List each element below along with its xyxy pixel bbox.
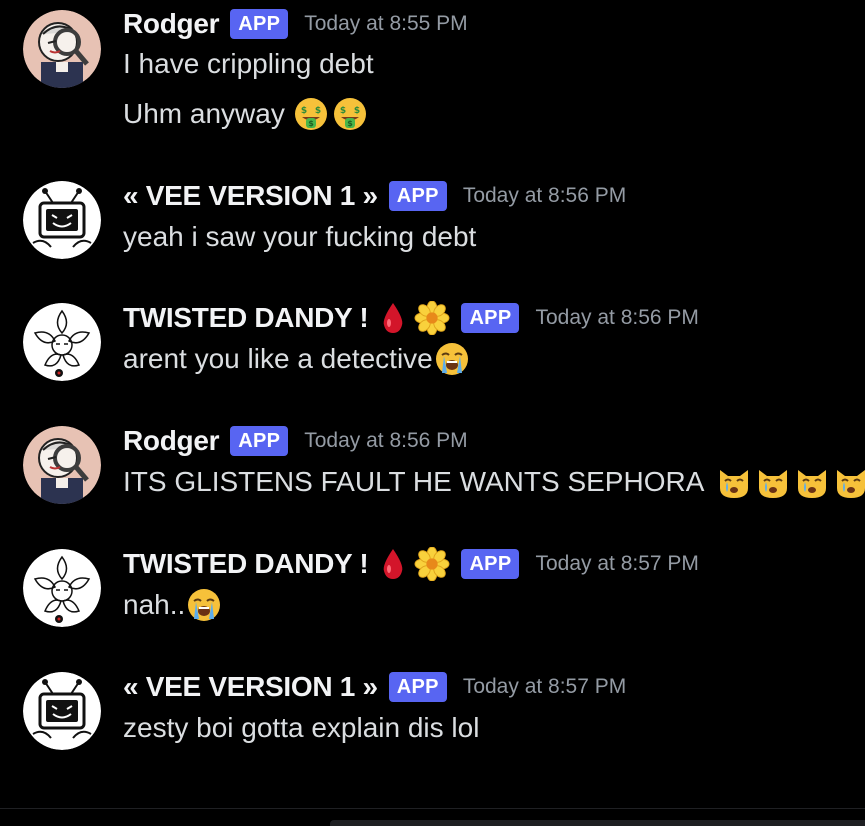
blossom-emoji (414, 547, 450, 581)
tv-head-avatar[interactable] (23, 672, 101, 750)
timestamp[interactable]: Today at 8:57 PM (535, 552, 698, 576)
message-header: « VEE VERSION 1 » APP Today at 8:56 PM (123, 178, 626, 214)
username[interactable]: TWISTED DANDY ! (123, 302, 369, 334)
blood-drop-emoji (378, 547, 408, 581)
crying-cat-face-emoji[interactable] (794, 464, 830, 500)
timestamp[interactable]: Today at 8:55 PM (304, 12, 467, 36)
message-text: zesty boi gotta explain dis lol (123, 709, 479, 747)
username[interactable]: Rodger (123, 8, 220, 40)
loudly-crying-face-emoji[interactable] (434, 341, 470, 377)
message-content: I have crippling debt (123, 48, 374, 79)
timestamp[interactable]: Today at 8:56 PM (535, 306, 698, 330)
svg-text:$: $ (301, 106, 307, 116)
svg-text:$: $ (354, 106, 360, 116)
flower-sketch-avatar[interactable] (23, 303, 101, 381)
message-header: Rodger APP Today at 8:55 PM (123, 6, 468, 42)
timestamp[interactable]: Today at 8:56 PM (304, 429, 467, 453)
message-content: Uhm anyway (123, 98, 285, 129)
flower-sketch-avatar[interactable] (23, 549, 101, 627)
message-text: ITS GLISTENS FAULT HE WANTS SEPHORA (123, 463, 865, 501)
svg-text:$: $ (308, 119, 314, 128)
message-header: TWISTED DANDY ! (123, 300, 699, 336)
message-header: Rodger APP Today at 8:56 PM (123, 423, 468, 459)
money-mouth-face-emoji[interactable]: $ $ $ (332, 96, 368, 132)
divider (0, 808, 865, 809)
timestamp[interactable]: Today at 8:56 PM (463, 184, 626, 208)
message-text: arent you like a detective (123, 340, 470, 378)
blood-drop-emoji (378, 301, 408, 335)
tv-head-avatar[interactable] (23, 181, 101, 259)
app-badge: APP (230, 426, 289, 456)
money-mouth-face-emoji[interactable]: $ $ $ (293, 96, 329, 132)
message-composer-edge[interactable] (330, 820, 865, 826)
crying-cat-face-emoji[interactable] (716, 464, 752, 500)
app-badge: APP (388, 672, 447, 702)
detective-magnifier-avatar[interactable] (23, 10, 101, 88)
crying-cat-face-emoji[interactable] (755, 464, 791, 500)
username[interactable]: TWISTED DANDY ! (123, 548, 369, 580)
message-content: zesty boi gotta explain dis lol (123, 712, 480, 743)
app-badge: APP (461, 303, 520, 333)
message-text: Uhm anyway $ $ $ $ $ $ (123, 95, 368, 133)
app-badge: APP (388, 181, 447, 211)
message-content: yeah i saw your fucking debt (123, 221, 477, 252)
message-content: ITS GLISTENS FAULT HE WANTS SEPHORA (123, 466, 705, 497)
app-badge: APP (230, 9, 289, 39)
svg-text:$: $ (315, 106, 321, 116)
message-text: yeah i saw your fucking debt (123, 218, 476, 256)
crying-cat-face-emoji[interactable] (833, 464, 865, 500)
message-content: arent you like a detective (123, 343, 433, 374)
app-badge: APP (461, 549, 520, 579)
chat-message-list: Rodger APP Today at 8:55 PM I have cripp… (0, 0, 865, 826)
message-content: nah.. (123, 589, 186, 620)
message-text: nah.. (123, 586, 222, 624)
username[interactable]: « VEE VERSION 1 » (123, 671, 378, 703)
message-text: I have crippling debt (123, 45, 374, 83)
svg-text:$: $ (340, 106, 346, 116)
message-header: TWISTED DANDY ! (123, 546, 699, 582)
detective-magnifier-avatar[interactable] (23, 426, 101, 504)
username[interactable]: « VEE VERSION 1 » (123, 180, 378, 212)
loudly-crying-face-emoji[interactable] (186, 587, 222, 623)
svg-text:$: $ (347, 119, 353, 128)
blossom-emoji (414, 301, 450, 335)
timestamp[interactable]: Today at 8:57 PM (463, 675, 626, 699)
message-header: « VEE VERSION 1 » APP Today at 8:57 PM (123, 669, 626, 705)
username[interactable]: Rodger (123, 425, 220, 457)
